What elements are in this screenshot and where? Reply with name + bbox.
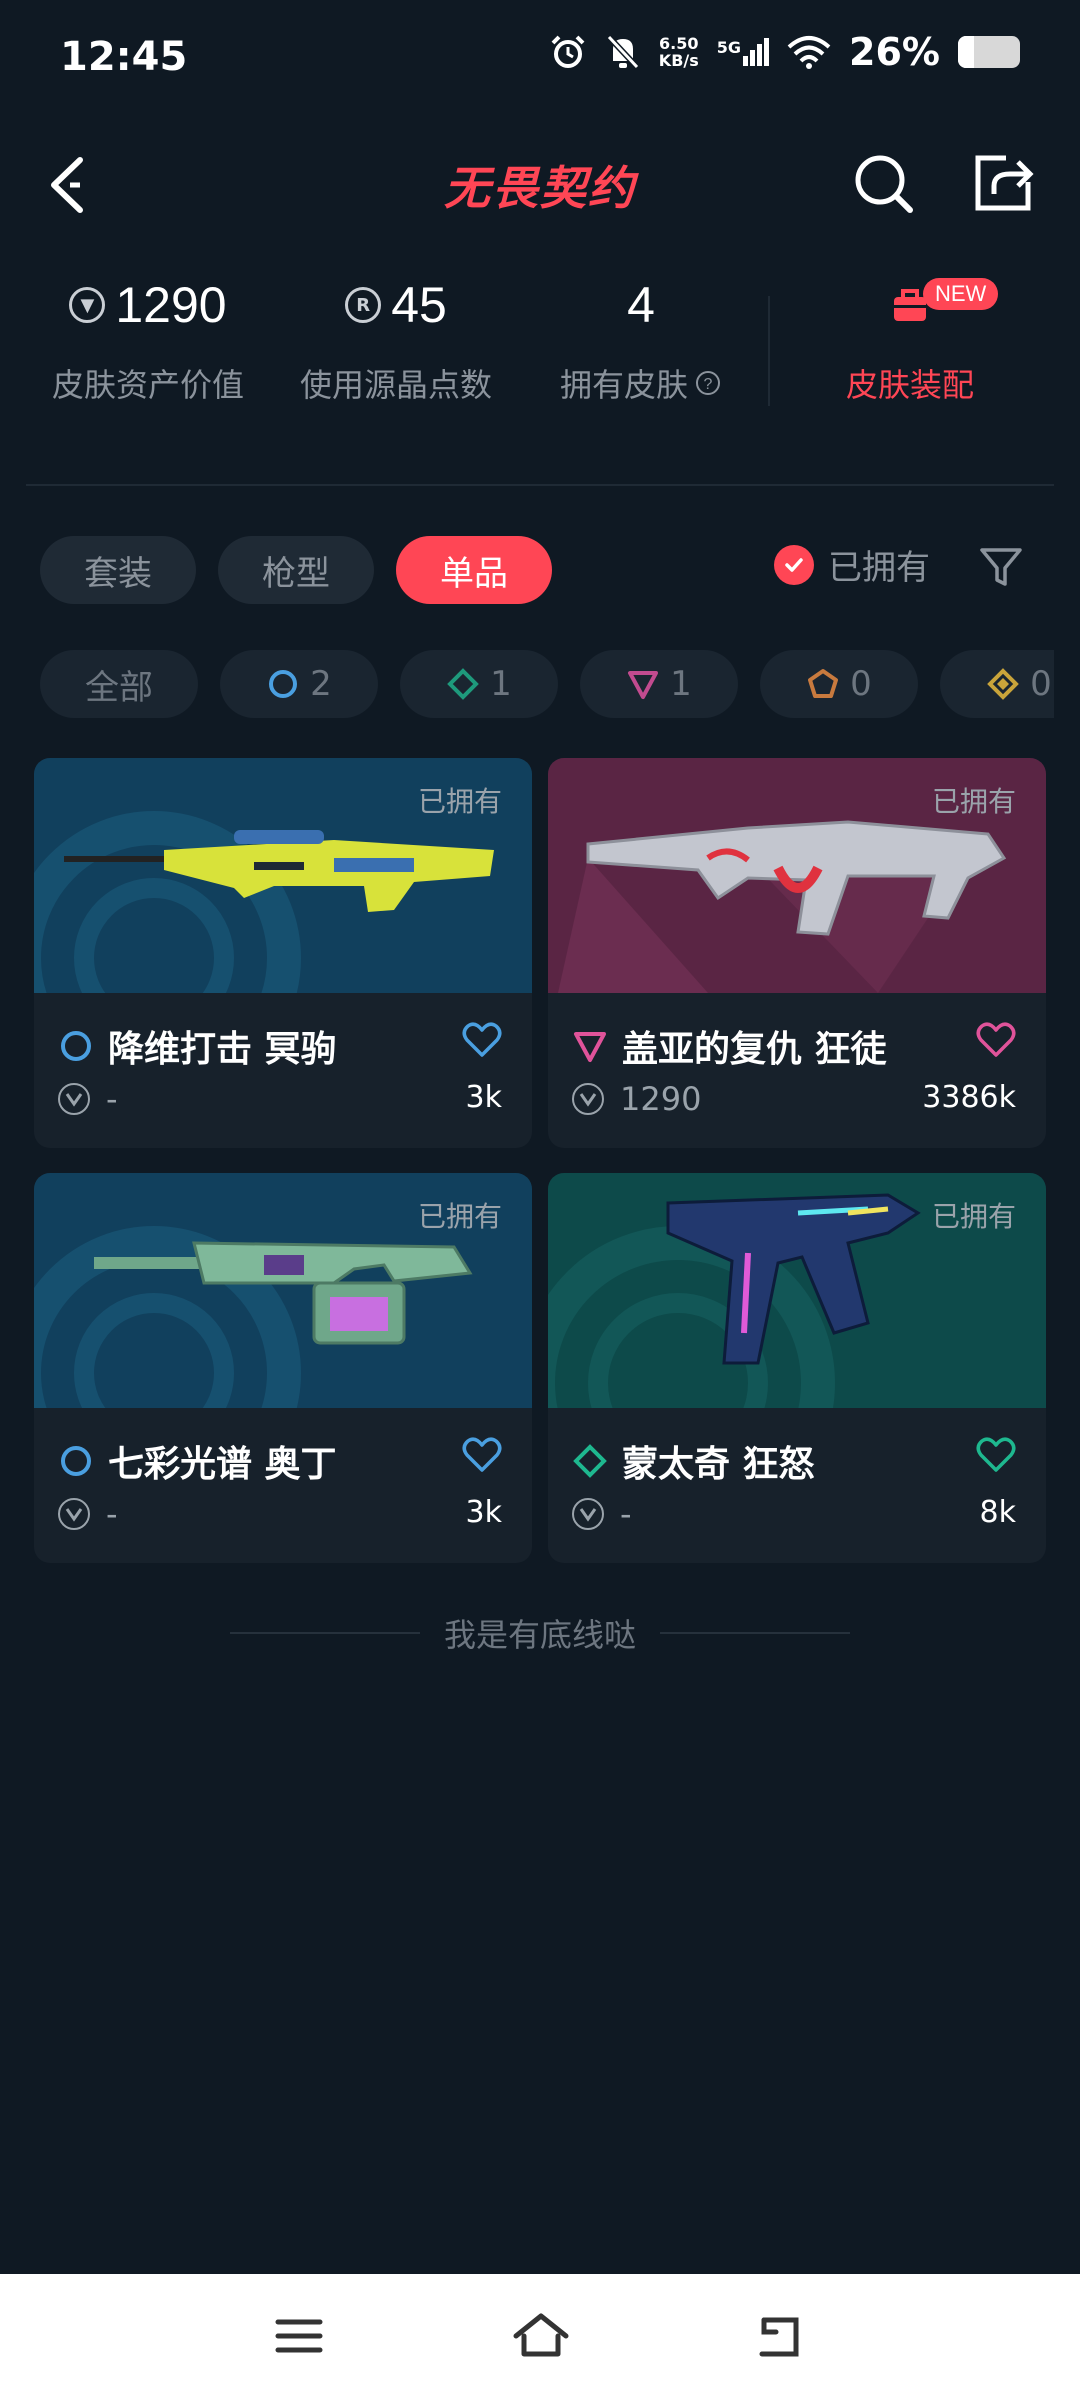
app-logo: 无畏契约 [444,161,636,215]
rarity-chips: 全部 2 1 1 0 0 [40,650,1054,718]
skin-card[interactable]: 已拥有 蒙太奇 狂怒 - 8k [548,1173,1046,1563]
chip-premium-tier[interactable]: 1 [580,650,738,718]
like-count: 3386k [922,1080,1016,1115]
select-tier-icon [61,1031,91,1061]
end-of-list: 我是有底线哒 [0,1610,1080,1656]
select-tier-icon [61,1446,91,1476]
asset-value-stat: ▼ 1290 皮肤资产价值 [48,270,248,406]
stats-divider [768,296,770,406]
loadout-button[interactable]: NEW 皮肤装配 [820,270,1000,406]
ultra-tier-icon [987,668,1020,700]
like-count: 8k [979,1495,1016,1530]
skin-name: 盖亚的复仇 狂徒 [622,1029,887,1070]
skins-owned-value: 4 [627,277,655,333]
valorant-points-icon [572,1083,604,1115]
radianite-label: 使用源晶点数 [299,366,492,404]
premium-tier-icon [574,1032,606,1062]
skin-card[interactable]: 已拥有 盖亚的复仇 狂徒 1290 3386k [548,758,1046,1148]
category-tabs: 套装 枪型 单品 [40,536,552,604]
svg-text:?: ? [704,376,713,393]
premium-tier-icon [628,671,659,699]
battery-percent: 26% [849,30,940,74]
heart-icon[interactable] [462,1437,502,1473]
system-nav-bar [0,2274,1080,2400]
valorant-points-icon: ▼ [69,287,106,323]
select-tier-icon [269,670,298,698]
tab-weapon-types[interactable]: 枪型 [218,536,374,604]
like-count: 3k [465,1495,502,1530]
owned-tag: 已拥有 [931,785,1016,818]
search-icon[interactable] [850,150,916,216]
end-of-list-text: 我是有底线哒 [443,1616,636,1654]
skin-name: 降维打击 冥驹 [108,1029,337,1070]
chip-all[interactable]: 全部 [40,650,198,718]
owned-tag: 已拥有 [417,785,502,818]
mute-bell-icon [606,34,639,70]
like-count: 3k [465,1080,502,1115]
skins-owned-stat[interactable]: 4 拥有皮肤 ? [556,270,726,406]
chip-select-tier[interactable]: 2 [220,650,378,718]
skin-name: 蒙太奇 狂怒 [622,1444,815,1485]
chip-exclusive-tier[interactable]: 0 [760,650,918,718]
skin-card[interactable]: 已拥有 七彩光谱 奥丁 - 3k [34,1173,532,1563]
divider [26,484,1054,486]
footer-line-left [229,1632,420,1634]
skin-price: - [620,1495,632,1533]
heart-icon[interactable] [462,1022,502,1058]
asset-value-label: 皮肤资产价值 [51,366,244,404]
owned-filter-toggle[interactable]: 已拥有 [774,540,930,589]
share-icon[interactable] [970,150,1036,216]
valorant-points-icon [58,1498,90,1530]
deluxe-tier-icon [573,1444,607,1478]
status-time: 12:45 [60,34,188,80]
skins-owned-label: 拥有皮肤 [559,366,688,404]
owned-filter-label: 已拥有 [828,548,930,588]
valorant-points-icon [58,1083,90,1115]
chip-deluxe-tier[interactable]: 1 [400,650,558,718]
net-speed: 6.50 KB/s [658,34,699,70]
signal-icon: 5G [717,38,770,66]
radianite-stat: R 45 使用源晶点数 [296,270,496,406]
skin-price: 1290 [620,1080,702,1118]
tab-bundles[interactable]: 套装 [40,536,196,604]
battery-icon [958,36,1020,68]
chip-ultra-tier[interactable]: 0 [940,650,1054,718]
tab-single-items[interactable]: 单品 [396,536,552,604]
chip-all-label: 全部 [85,667,153,708]
asset-value: 1290 [115,277,227,333]
deluxe-tier-icon [447,668,480,700]
heart-icon[interactable] [976,1022,1016,1058]
skin-price: - [106,1080,118,1118]
back-nav-icon[interactable] [748,2306,814,2366]
app-header: 无畏契约 [0,130,1080,240]
owned-tag: 已拥有 [417,1200,502,1233]
footer-line-right [660,1632,850,1634]
skin-name: 七彩光谱 奥丁 [108,1444,337,1485]
radianite-icon: R [345,287,382,323]
home-icon[interactable] [508,2306,574,2366]
owned-tag: 已拥有 [931,1200,1016,1233]
new-badge: NEW [923,278,999,310]
alarm-icon [551,35,585,68]
radianite-value: 45 [391,277,447,333]
checkmark-icon [774,544,814,585]
valorant-points-icon [572,1498,604,1530]
filter-icon[interactable] [978,544,1024,590]
skin-card[interactable]: 已拥有 降维打击 冥驹 - 3k [34,758,532,1148]
loadout-label: 皮肤装配 [845,366,974,404]
status-icons: 6.50 KB/s 5G 26% [549,30,1020,74]
skin-price: - [106,1495,118,1533]
status-bar: 12:45 6.50 KB/s 5G 26% [0,0,1080,120]
help-icon[interactable]: ? [694,369,722,397]
stats-row: ▼ 1290 皮肤资产价值 R 45 使用源晶点数 4 拥有皮肤 ? NEW 皮… [0,270,1080,440]
exclusive-tier-icon [808,669,839,698]
heart-icon[interactable] [976,1437,1016,1473]
menu-icon[interactable] [266,2306,332,2366]
wifi-icon [787,36,831,69]
